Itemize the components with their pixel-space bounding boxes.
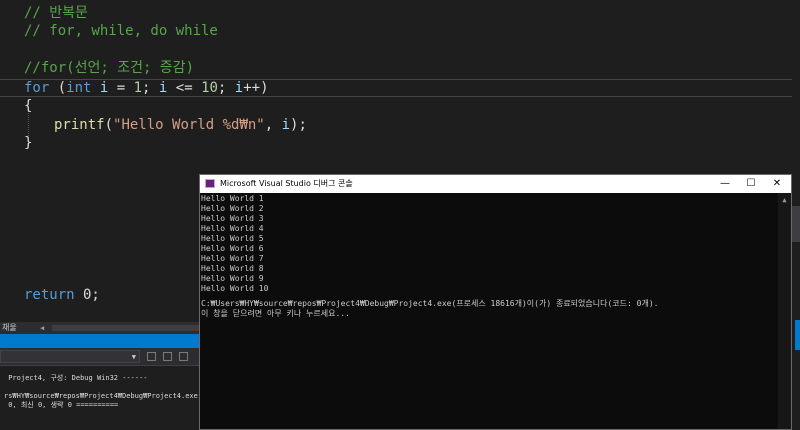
output-line: Project4, 구성: Debug Win32 ------ <box>4 374 148 382</box>
visual-studio-app-icon <box>205 179 215 188</box>
horizontal-scrollbar-thumb[interactable] <box>52 325 200 331</box>
console-line: Hello World 10 <box>201 284 269 293</box>
variable-i: i <box>91 80 109 96</box>
chevron-down-icon: ▼ <box>131 353 136 361</box>
console-exit-message: C:₩Users₩HY₩source₩repos₩Project4₩Debug₩… <box>201 299 659 308</box>
zoom-label[interactable]: 채울 <box>2 322 17 334</box>
code-token: ++) <box>243 80 269 96</box>
console-prompt-message: 이 창을 닫으려면 아무 키나 누르세요... <box>201 309 350 318</box>
code-token: ( <box>104 117 114 133</box>
window-title: Microsoft Visual Studio 디버그 콘솔 <box>220 179 353 188</box>
console-line: Hello World 7 <box>201 254 264 263</box>
code-token: ); <box>290 117 307 133</box>
console-line: Hello World 3 <box>201 214 264 223</box>
code-comment-line: //for(선언; 조건; 증감) <box>24 60 194 76</box>
console-line: Hello World 4 <box>201 224 264 233</box>
code-comment-line: // for, while, do while <box>24 23 218 39</box>
console-line: Hello World 5 <box>201 234 264 243</box>
maximize-button[interactable]: ☐ <box>738 175 764 193</box>
code-token: ; <box>142 80 159 96</box>
scroll-up-arrow-icon[interactable]: ▲ <box>778 193 791 207</box>
code-token: = <box>108 80 134 96</box>
output-line: 0, 최신 0, 생략 0 ========== <box>4 401 119 409</box>
console-output[interactable]: Hello World 1 Hello World 2 Hello World … <box>200 193 778 429</box>
output-source-select[interactable]: ▼ <box>0 350 140 363</box>
code-token: <= <box>167 80 202 96</box>
code-token: ; <box>217 80 235 96</box>
clear-all-icon[interactable] <box>163 352 172 361</box>
keyword-for: for <box>24 80 50 96</box>
panel-edge-marker <box>795 320 800 350</box>
code-token: ( <box>49 80 67 96</box>
for-loop-line: for (int i = 1; i <= 10; i++) <box>24 78 269 98</box>
output-line: rs₩HY₩source₩repos₩Project4₩Debug₩Projec… <box>4 392 198 400</box>
minimize-button[interactable]: — <box>712 175 738 193</box>
console-line: Hello World 6 <box>201 244 264 253</box>
return-line: return 0; <box>24 285 100 305</box>
number-literal: 1 <box>133 80 143 96</box>
debug-console-window[interactable]: Microsoft Visual Studio 디버그 콘솔 — ☐ ✕ Hel… <box>199 174 792 430</box>
variable-i: i <box>234 80 244 96</box>
printf-line: printf("Hello World %d₩n", i); <box>54 115 307 135</box>
number-literal: 10 <box>201 80 218 96</box>
keyword-return: return <box>24 287 75 303</box>
code-token: , <box>264 117 282 133</box>
keyword-int: int <box>66 80 92 96</box>
find-message-icon[interactable] <box>147 352 156 361</box>
console-scrollbar-track[interactable] <box>781 209 788 399</box>
code-comment-line: // 반복문 <box>24 5 88 21</box>
console-line: Hello World 9 <box>201 274 264 283</box>
console-line: Hello World 1 <box>201 194 264 203</box>
variable-i: i <box>281 117 291 133</box>
console-vertical-scrollbar[interactable]: ▲ <box>778 193 791 429</box>
function-printf: printf <box>54 117 105 133</box>
brace-open: { <box>24 98 33 114</box>
code-token: 0; <box>74 287 100 303</box>
scroll-left-arrow-icon[interactable]: ◀ <box>40 324 48 332</box>
console-line: Hello World 2 <box>201 204 264 213</box>
word-wrap-icon[interactable] <box>179 352 188 361</box>
string-literal: "Hello World %d₩n" <box>113 117 265 133</box>
console-line: Hello World 8 <box>201 264 264 273</box>
window-titlebar[interactable]: Microsoft Visual Studio 디버그 콘솔 — ☐ ✕ <box>200 175 791 193</box>
close-button[interactable]: ✕ <box>764 175 790 193</box>
brace-close: } <box>24 135 33 151</box>
